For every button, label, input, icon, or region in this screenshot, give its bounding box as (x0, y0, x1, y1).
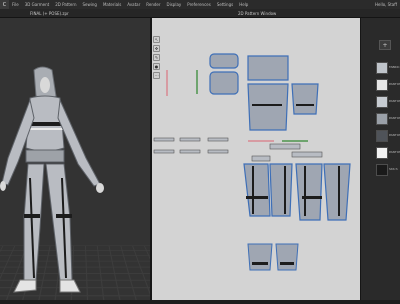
fabric-swatch[interactable] (376, 79, 388, 91)
fabric-swatch[interactable] (376, 164, 388, 176)
strip-piece[interactable] (153, 137, 175, 142)
waistband-piece[interactable] (291, 151, 323, 158)
fabric-swatch[interactable] (376, 96, 388, 108)
toolbar: FINAL (+ POSE).zpr 2D Pattern Window (0, 9, 400, 18)
pattern-piece-hood-left[interactable] (209, 53, 239, 69)
pattern-piece-pant-front-left[interactable] (243, 163, 271, 217)
menu-render[interactable]: Render (143, 2, 163, 7)
strip-piece[interactable] (207, 137, 229, 142)
pattern-piece-pant-back-right[interactable] (323, 163, 351, 221)
waistband-piece[interactable] (269, 143, 301, 150)
menu-3d-garment[interactable]: 3D Garment (22, 2, 52, 7)
avatar-3d[interactable] (0, 18, 150, 300)
trim-strip-green[interactable] (196, 70, 198, 94)
strip-piece[interactable] (153, 149, 175, 154)
avatar-head (40, 77, 50, 93)
pattern-piece-back-yoke[interactable] (247, 55, 289, 81)
strip-piece[interactable] (179, 137, 201, 142)
3d-garment-window[interactable] (0, 18, 150, 300)
menu-preferences[interactable]: Preferences (184, 2, 214, 7)
right-knee-band (56, 214, 72, 218)
cuff-details (252, 262, 294, 265)
menu-help[interactable]: Help (236, 2, 251, 7)
pattern-pieces-cuffs (247, 243, 299, 271)
fabric-swatch[interactable] (376, 62, 388, 74)
fabric-swatch-label: FABRIC (389, 65, 400, 69)
fabric-swatch[interactable] (376, 130, 388, 142)
menu-2d-pattern[interactable]: 2D Pattern (52, 2, 79, 7)
object-browser-panel: + (360, 18, 400, 300)
right-hand (96, 183, 104, 193)
add-fabric-button[interactable]: + (379, 40, 391, 50)
right-pant-leg (45, 163, 73, 281)
strip-piece[interactable] (207, 149, 229, 154)
select-tool-icon[interactable]: ↖ (153, 36, 160, 43)
user-greeting[interactable]: Hello, Staff (372, 2, 400, 7)
fabric-swatch[interactable] (376, 147, 388, 159)
pattern-trim-lines (166, 70, 314, 142)
cuff-band (280, 262, 294, 265)
menu-materials[interactable]: Materials (100, 2, 124, 7)
pattern-toolbar: ↖ ✥ ✎ ● ⋯ (153, 36, 162, 86)
file-name-label: FINAL (+ POSE).zpr (30, 10, 69, 16)
2d-pattern-window[interactable] (152, 18, 360, 300)
waistband-piece[interactable] (251, 155, 271, 162)
trim-strip-pink[interactable] (166, 70, 168, 96)
chest-stripe-white (27, 128, 63, 130)
pant-stripe (304, 166, 306, 216)
avatar-figure (0, 66, 104, 293)
pattern-piece-pant-back-left[interactable] (295, 163, 323, 221)
menu-avatar[interactable]: Avatar (124, 2, 143, 7)
pant-stripe (252, 166, 254, 214)
pattern-window-title: 2D Pattern Window (238, 10, 277, 16)
pattern-piece-back-body[interactable] (247, 83, 289, 131)
sewing-tool-icon[interactable]: ⋯ (153, 72, 160, 79)
transform-tool-icon[interactable]: ✥ (153, 45, 160, 52)
menu-sewing[interactable]: Sewing (79, 2, 99, 7)
cuff-band (252, 262, 268, 265)
fabric-swatch-label: PANTONE (389, 133, 400, 137)
pattern-pieces-top (209, 53, 319, 131)
fabric-swatch-label: PANTONE (389, 116, 400, 120)
pattern-pieces-pants (243, 163, 351, 221)
menu-file[interactable]: File (9, 2, 22, 7)
pattern-canvas[interactable] (152, 18, 360, 300)
pen-tool-icon[interactable]: ✎ (153, 54, 160, 61)
fabric-swatch-label: Stitch (389, 167, 398, 171)
menu-display[interactable]: Display (164, 2, 185, 7)
left-hand (0, 181, 6, 191)
fabric-swatch-label: PANTONE (389, 82, 400, 86)
fabric-swatch-label: PANTONE (389, 99, 400, 103)
pattern-piece-cuff-left[interactable] (247, 243, 273, 271)
app-logo-icon: C (0, 0, 9, 9)
left-knee-band (24, 214, 40, 218)
trim-strip-pink-2[interactable] (248, 140, 274, 142)
knee-band (246, 196, 268, 199)
pant-stripe (338, 166, 340, 216)
chest-stripe-piece[interactable] (252, 104, 282, 106)
right-shoe (59, 279, 81, 293)
trim-strip-green-2[interactable] (282, 140, 308, 142)
pattern-piece-cuff-right[interactable] (275, 243, 299, 271)
hoodie-hem (25, 149, 65, 163)
color-tool-icon[interactable]: ● (153, 63, 160, 70)
menu-settings[interactable]: Settings (214, 2, 236, 7)
menu-bar: C File 3D Garment 2D Pattern Sewing Mate… (0, 0, 400, 9)
pant-stripe (284, 166, 286, 214)
knee-band (302, 196, 322, 199)
pattern-piece-front-body[interactable] (291, 83, 319, 115)
fabric-swatch[interactable] (376, 113, 388, 125)
strip-piece[interactable] (179, 149, 201, 154)
front-stripe-piece[interactable] (296, 104, 314, 106)
left-shoe (13, 279, 37, 293)
pattern-piece-pocket[interactable] (209, 71, 239, 95)
fabric-swatch-label: PANTONE (389, 150, 400, 154)
pattern-piece-pant-front-right[interactable] (269, 163, 293, 217)
